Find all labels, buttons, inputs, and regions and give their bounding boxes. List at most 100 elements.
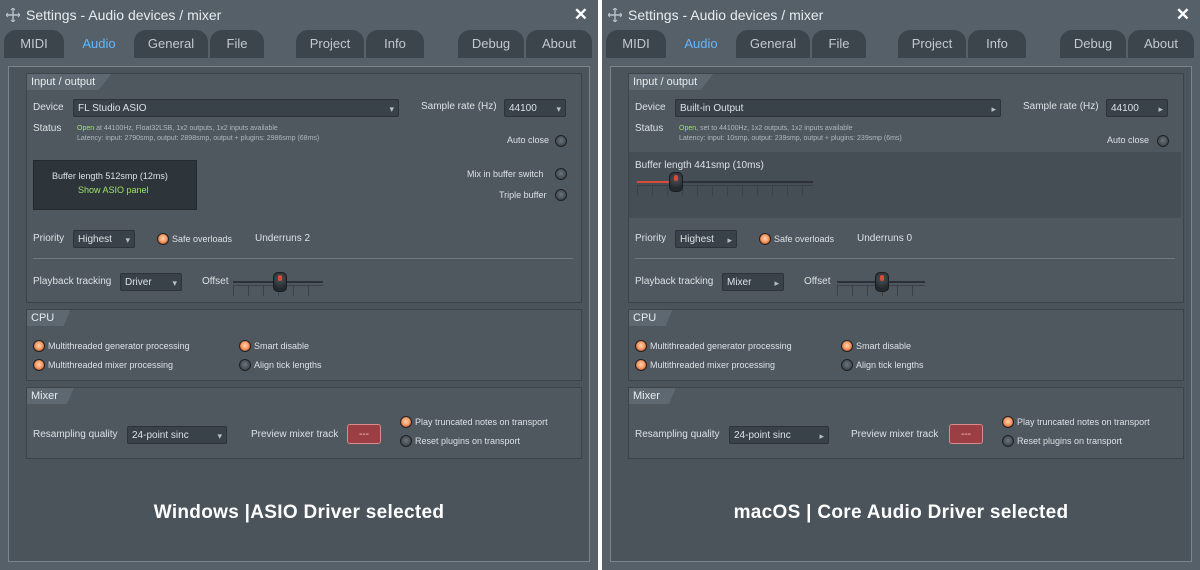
offset-label: Offset [804,276,831,287]
tab-audio[interactable]: Audio [668,30,734,58]
buffer-slider-knob[interactable] [669,172,683,192]
show-asio-panel-link[interactable]: Show ASIO panel [78,185,149,195]
reset-plugins-toggle[interactable] [400,435,412,447]
priority-select[interactable]: Highest ▸ [675,230,737,248]
tab-file[interactable]: File [812,30,866,58]
cpu-section: CPU Multithreaded generator processing M… [628,309,1184,381]
preview-mixer-label: Preview mixer track [851,429,939,440]
triple-buffer-toggle[interactable] [555,189,567,201]
smart-disable-toggle[interactable] [841,340,853,352]
tab-about[interactable]: About [526,30,592,58]
tab-midi[interactable]: MIDI [606,30,666,58]
tab-info[interactable]: Info [366,30,424,58]
buffer-length-panel[interactable]: Buffer length 512smp (12ms) Show ASIO pa… [33,160,197,210]
panel-frame: Input / output Device FL Studio ASIO ▾ S… [8,66,590,562]
knob-indicator [674,175,678,181]
preview-mixer-track-button[interactable]: --- [347,424,381,444]
title-bar[interactable]: Settings - Audio devices / mixer ✕ [0,0,598,30]
play-truncated-toggle[interactable] [1002,416,1014,428]
tab-bar: MIDI Audio General File Project Info Deb… [602,30,1200,58]
play-truncated-toggle[interactable] [400,416,412,428]
playback-tracking-value: Mixer [727,277,752,288]
chevron-right-icon: ▸ [727,235,732,245]
smart-disable-toggle[interactable] [239,340,251,352]
safe-overloads-label: Safe overloads [172,234,233,244]
offset-label: Offset [202,276,229,287]
chevron-down-icon: ▾ [172,278,177,288]
tab-about[interactable]: About [1128,30,1194,58]
safe-overloads-toggle[interactable] [157,233,169,245]
playback-tracking-select[interactable]: Driver ▾ [120,273,182,291]
move-handle-icon[interactable] [608,8,622,22]
device-label: Device [635,102,666,113]
input-output-section: Input / output Device FL Studio ASIO ▾ S… [26,73,582,303]
buffer-length-label: Buffer length 441smp (10ms) [635,160,764,171]
auto-close-toggle[interactable] [555,135,567,147]
section-header: CPU [629,310,673,326]
section-header: Mixer [27,388,74,404]
playback-tracking-value: Driver [125,277,152,288]
close-icon[interactable]: ✕ [574,5,588,25]
device-value: FL Studio ASIO [78,103,147,114]
resampling-select[interactable]: 24-point sinc ▸ [729,426,829,444]
priority-select[interactable]: Highest ▾ [73,230,135,248]
section-header: Input / output [27,74,112,90]
tab-audio[interactable]: Audio [66,30,132,58]
mt-generator-toggle[interactable] [635,340,647,352]
caption-macos: macOS | Core Audio Driver selected [733,502,1069,523]
sample-rate-select[interactable]: 44100 ▸ [1106,99,1168,117]
tab-midi[interactable]: MIDI [4,30,64,58]
offset-slider-knob[interactable] [273,272,287,292]
resampling-select[interactable]: 24-point sinc ▾ [127,426,227,444]
tab-debug[interactable]: Debug [458,30,524,58]
underruns-count: Underruns 2 [255,233,311,244]
device-select[interactable]: Built-in Output ▸ [675,99,1001,117]
move-handle-icon[interactable] [6,8,20,22]
device-select[interactable]: FL Studio ASIO ▾ [73,99,399,117]
align-tick-toggle[interactable] [239,359,251,371]
preview-mixer-track-button[interactable]: --- [949,424,983,444]
sample-rate-select[interactable]: 44100 ▾ [504,99,566,117]
chevron-right-icon: ▸ [1158,104,1163,114]
priority-value: Highest [78,234,112,245]
playback-tracking-select[interactable]: Mixer ▸ [722,273,784,291]
safe-overloads-toggle[interactable] [759,233,771,245]
offset-slider-knob[interactable] [875,272,889,292]
chevron-down-icon: ▾ [125,235,130,245]
mt-mixer-toggle[interactable] [635,359,647,371]
buffer-length-label: Buffer length 512smp (12ms) [52,171,168,181]
reset-plugins-toggle[interactable] [1002,435,1014,447]
title-bar[interactable]: Settings - Audio devices / mixer ✕ [602,0,1200,30]
caption-windows: Windows |ASIO Driver selected [153,502,445,523]
tab-debug[interactable]: Debug [1060,30,1126,58]
status-open: Open [77,125,95,132]
tab-info[interactable]: Info [968,30,1026,58]
close-icon[interactable]: ✕ [1176,5,1190,25]
mix-in-buffer-toggle[interactable] [555,168,567,180]
priority-label: Priority [635,233,667,244]
mt-mixer-label: Multithreaded mixer processing [650,360,776,370]
mt-generator-toggle[interactable] [33,340,45,352]
mixer-section: Mixer Resampling quality 24-point sinc ▾… [26,387,582,459]
sample-rate-label: Sample rate (Hz) [1023,101,1099,112]
tab-general[interactable]: General [134,30,208,58]
safe-overloads-label: Safe overloads [774,234,835,244]
tab-file[interactable]: File [210,30,264,58]
tab-general[interactable]: General [736,30,810,58]
sample-rate-value: 44100 [509,103,537,114]
align-tick-toggle[interactable] [841,359,853,371]
tab-project[interactable]: Project [898,30,966,58]
mt-mixer-toggle[interactable] [33,359,45,371]
tab-project[interactable]: Project [296,30,364,58]
audio-settings-panel: Input / output Device Built-in Output ▸ … [602,58,1200,570]
reset-plugins-label: Reset plugins on transport [415,436,521,446]
latency-text: Latency: input: 2790smp, output: 2898smp… [77,135,320,142]
divider [33,258,573,259]
mt-generator-label: Multithreaded generator processing [650,341,792,351]
auto-close-toggle[interactable] [1157,135,1169,147]
window-title: Settings - Audio devices / mixer [26,7,222,23]
buffer-slider-ticks [637,185,813,196]
sample-rate-value: 44100 [1111,103,1139,114]
resampling-label: Resampling quality [33,429,118,440]
playback-tracking-label: Playback tracking [33,276,112,287]
